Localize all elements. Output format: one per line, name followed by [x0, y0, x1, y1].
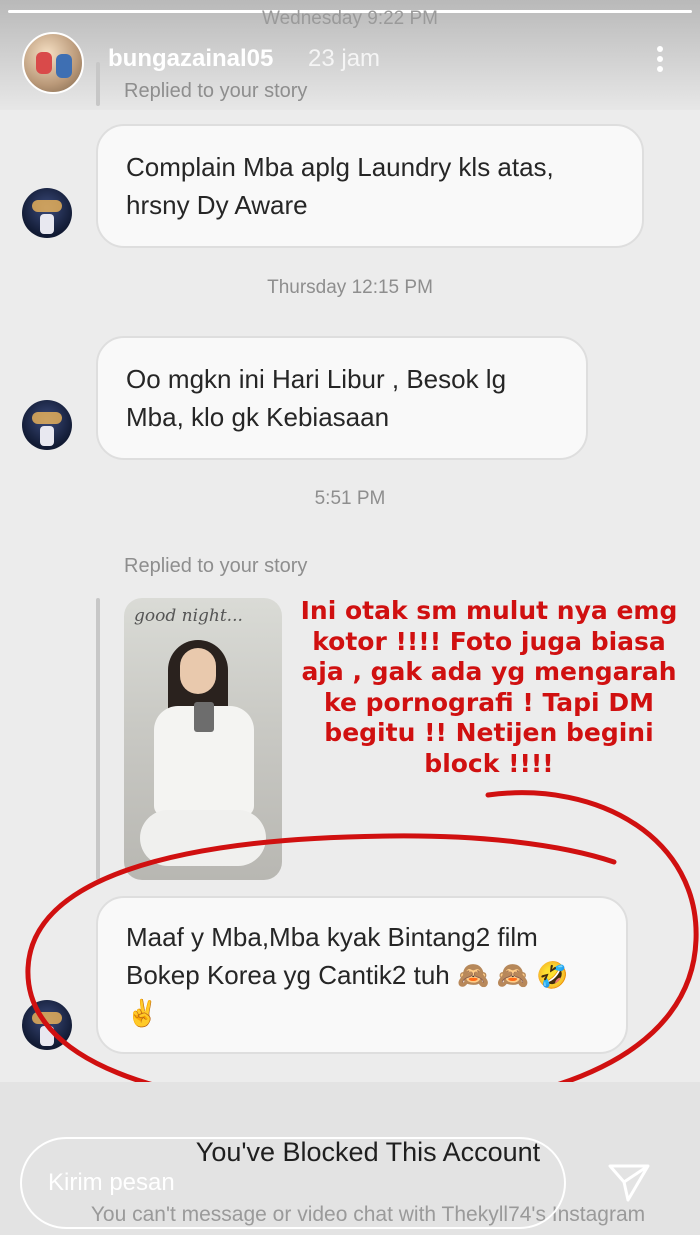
- send-icon[interactable]: [606, 1160, 652, 1206]
- message-input-container[interactable]: [20, 1137, 566, 1229]
- annotation-circle: [25, 790, 699, 1113]
- message-input[interactable]: [48, 1165, 528, 1201]
